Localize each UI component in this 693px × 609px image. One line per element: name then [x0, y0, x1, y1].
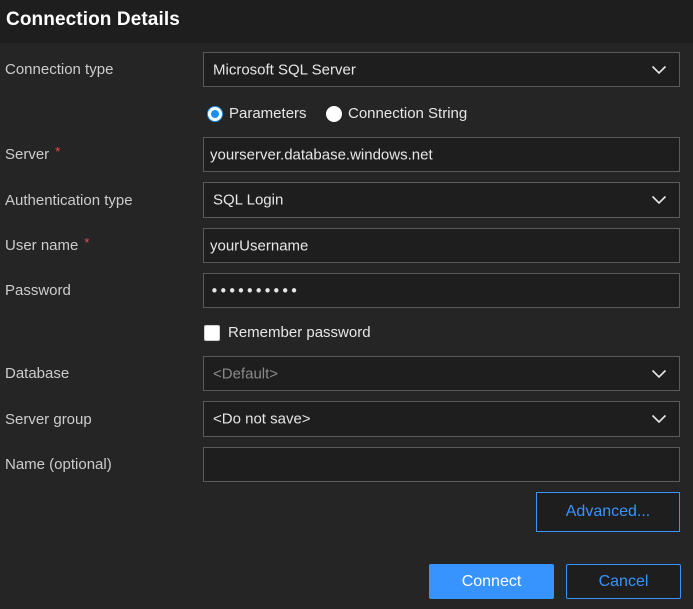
dialog-title: Connection Details	[6, 9, 180, 30]
auth-type-value: SQL Login	[213, 191, 284, 209]
database-label: Database	[5, 365, 69, 382]
connect-button[interactable]: Connect	[429, 564, 554, 599]
database-select[interactable]: <Default>	[203, 356, 680, 391]
password-value: ••••••••••	[210, 281, 299, 300]
server-label: Server *	[5, 144, 61, 163]
password-label: Password	[5, 282, 71, 299]
server-input[interactable]: yourserver.database.windows.net	[203, 137, 680, 172]
chevron-down-icon	[651, 195, 667, 205]
connection-type-label-text: Connection type	[5, 61, 114, 78]
server-group-value: <Do not save>	[213, 410, 311, 428]
user-name-label: User name *	[5, 235, 90, 254]
required-marker: *	[84, 235, 90, 250]
radio-parameters-label[interactable]: Parameters	[229, 105, 307, 122]
server-group-select[interactable]: <Do not save>	[203, 401, 680, 437]
radio-parameters[interactable]	[207, 106, 223, 122]
auth-type-label: Authentication type	[5, 192, 133, 209]
name-optional-label-text: Name (optional)	[5, 456, 112, 473]
auth-type-select[interactable]: SQL Login	[203, 182, 680, 218]
connection-type-label: Connection type	[5, 61, 113, 78]
server-label-text: Server	[5, 146, 50, 163]
password-input[interactable]: ••••••••••	[203, 273, 680, 308]
required-marker: *	[55, 144, 61, 159]
user-name-input[interactable]: yourUsername	[203, 228, 680, 263]
password-label-text: Password	[5, 282, 71, 299]
auth-type-label-text: Authentication type	[5, 192, 133, 209]
chevron-down-icon	[651, 414, 667, 424]
connection-type-select[interactable]: Microsoft SQL Server	[203, 52, 680, 87]
name-optional-input[interactable]	[203, 447, 680, 482]
server-group-label-text: Server group	[5, 411, 92, 428]
server-group-label: Server group	[5, 411, 92, 428]
remember-password-label[interactable]: Remember password	[228, 324, 371, 341]
radio-connection-string-label[interactable]: Connection String	[348, 105, 467, 122]
advanced-button[interactable]: Advanced...	[536, 492, 680, 532]
user-name-value: yourUsername	[210, 237, 309, 254]
chevron-down-icon	[651, 65, 667, 74]
server-value: yourserver.database.windows.net	[210, 146, 433, 163]
user-name-label-text: User name	[5, 237, 79, 254]
cancel-button[interactable]: Cancel	[566, 564, 681, 599]
dialog-header: Connection Details	[0, 0, 693, 43]
name-optional-label: Name (optional)	[5, 456, 112, 473]
chevron-down-icon	[651, 369, 667, 378]
connection-type-value: Microsoft SQL Server	[213, 61, 356, 78]
remember-password-checkbox[interactable]	[204, 325, 220, 341]
radio-connection-string[interactable]	[326, 106, 342, 122]
database-value: <Default>	[213, 365, 279, 382]
database-label-text: Database	[5, 365, 70, 382]
